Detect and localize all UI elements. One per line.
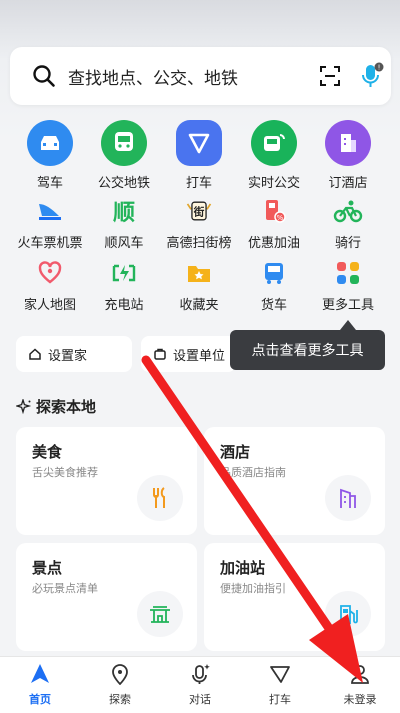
hotel-icon: [325, 120, 371, 166]
card-title: 景点: [32, 559, 63, 577]
more-tools-grid-icon: [333, 258, 363, 288]
tool-label: 货车: [260, 298, 287, 313]
bicycle-icon: [333, 196, 363, 226]
search-input[interactable]: 查找地点、公交、地铁: [68, 64, 238, 89]
navigation-arrow-icon: [31, 664, 49, 683]
tool-charging-station[interactable]: 充电站: [84, 258, 164, 313]
set-home-button[interactable]: 设置家: [16, 336, 132, 372]
tab-taxi[interactable]: 打车: [240, 663, 320, 707]
tab-explore[interactable]: 探索: [80, 663, 160, 707]
tool-realtime-bus[interactable]: 实时公交: [234, 120, 314, 191]
tool-label: 公交地铁: [97, 176, 150, 191]
set-home-label: 设置家: [48, 348, 88, 364]
fuel-pump-icon: %: [259, 196, 289, 226]
tool-bus-subway[interactable]: 公交地铁: [84, 120, 164, 191]
location-pin-icon: [112, 664, 128, 686]
card-title: 美食: [32, 443, 63, 461]
tool-street-ranking[interactable]: 街 高德扫街榜: [159, 196, 239, 251]
hitch-ride-icon: 顺: [112, 201, 135, 226]
family-heart-icon: [35, 258, 65, 288]
card-attractions[interactable]: 景点 必玩景点清单: [16, 543, 197, 651]
building-icon: [325, 475, 371, 521]
card-title: 加油站: [220, 559, 266, 577]
tool-label: 充电站: [104, 298, 144, 313]
tab-label: 对话: [189, 693, 211, 706]
tab-home[interactable]: 首页: [0, 663, 80, 707]
svg-text:街: 街: [193, 205, 205, 218]
search-bar[interactable]: 查找地点、公交、地铁 !: [10, 47, 391, 105]
taxi-icon: [176, 120, 222, 166]
tool-more-tools[interactable]: 更多工具: [308, 258, 388, 313]
tool-cycling[interactable]: 骑行: [308, 196, 388, 251]
tab-label: 打车: [269, 693, 291, 706]
card-hotel[interactable]: 酒店 品质酒店指南: [204, 427, 385, 535]
tooltip-arrow: [340, 320, 356, 330]
ai-mic-icon: [192, 664, 210, 684]
tool-label: 家人地图: [23, 298, 76, 313]
card-gas-station[interactable]: 加油站 便捷加油指引: [204, 543, 385, 651]
tool-hitch-ride[interactable]: 顺 顺风车: [84, 196, 164, 251]
tool-discount-fuel[interactable]: % 优惠加油: [234, 196, 314, 251]
tab-chat[interactable]: 对话: [160, 663, 240, 707]
charging-icon: [109, 258, 139, 288]
favorites-folder-icon: [184, 258, 214, 288]
card-subtitle: 必玩景点清单: [32, 582, 98, 595]
sparkle-icon: [16, 398, 32, 414]
taxi-flag-icon: [270, 666, 290, 683]
user-icon: [351, 665, 369, 684]
tool-label: 打车: [185, 176, 212, 191]
tool-train-flight[interactable]: 火车票机票: [10, 196, 90, 251]
tool-hotel[interactable]: 订酒店: [308, 120, 388, 191]
tool-label: 更多工具: [321, 298, 374, 313]
tool-taxi[interactable]: 打车: [159, 120, 239, 191]
tool-label: 驾车: [36, 176, 63, 191]
tool-truck[interactable]: 货车: [234, 258, 314, 313]
tab-profile[interactable]: 未登录: [320, 663, 400, 707]
bottom-tab-bar: 首页 探索 对话 打车 未登录: [0, 656, 400, 713]
bus-icon: [101, 120, 147, 166]
tab-label: 首页: [29, 693, 51, 706]
truck-icon: [259, 258, 289, 288]
realtime-bus-icon: [251, 120, 297, 166]
tool-label: 骑行: [334, 236, 361, 251]
pavilion-icon: [137, 591, 183, 637]
set-work-button[interactable]: 设置单位: [141, 336, 236, 372]
set-work-label: 设置单位: [173, 348, 226, 364]
tab-label: 探索: [109, 693, 131, 706]
home-icon: [29, 348, 41, 360]
tool-label: 顺风车: [104, 236, 144, 251]
tool-label: 火车票机票: [17, 236, 83, 251]
tab-label: 未登录: [343, 693, 377, 706]
tool-family-map[interactable]: 家人地图: [10, 258, 90, 313]
tool-label: 高德扫街榜: [166, 236, 232, 251]
card-subtitle: 品质酒店指南: [220, 466, 286, 479]
svg-text:!: !: [378, 64, 381, 72]
card-title: 酒店: [220, 443, 251, 461]
tool-label: 优惠加油: [247, 236, 300, 251]
search-icon: [33, 65, 55, 87]
tool-favorites[interactable]: 收藏夹: [159, 258, 239, 313]
street-ranking-icon: 街: [184, 196, 214, 226]
scan-icon[interactable]: [318, 64, 342, 88]
voice-mic-icon[interactable]: !: [358, 61, 386, 91]
card-subtitle: 便捷加油指引: [220, 582, 286, 595]
card-food[interactable]: 美食 舌尖美食推荐: [16, 427, 197, 535]
gas-pump-icon: [325, 591, 371, 637]
explore-title-text: 探索本地: [36, 398, 97, 416]
tool-label: 收藏夹: [179, 298, 219, 313]
tool-drive[interactable]: 驾车: [10, 120, 90, 191]
car-icon: [27, 120, 73, 166]
card-subtitle: 舌尖美食推荐: [32, 466, 98, 479]
tool-label: 订酒店: [328, 176, 368, 191]
more-tools-tooltip[interactable]: 点击查看更多工具: [230, 330, 385, 370]
svg-text:%: %: [277, 214, 284, 222]
briefcase-icon: [154, 348, 166, 360]
fork-knife-icon: [137, 475, 183, 521]
train-icon: [35, 196, 65, 226]
tool-label: 实时公交: [247, 176, 300, 191]
explore-section-title: 探索本地: [16, 396, 96, 417]
